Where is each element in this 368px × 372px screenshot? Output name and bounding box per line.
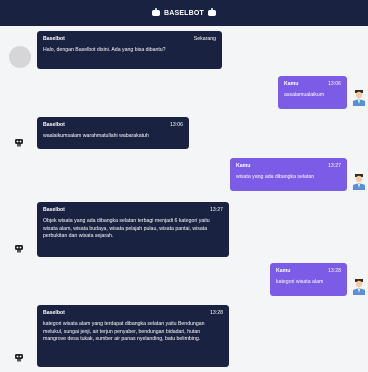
user-message: Kamu 13:27 wisata yang ada dibangka selat…: [230, 158, 347, 191]
user-message: Kamu 13:06 assalamualaikum: [278, 76, 347, 109]
robot-icon: [208, 8, 217, 16]
bot-message: Baselbot 13:27 Objek wisata yang ada diba…: [37, 202, 229, 257]
message-time: 13:28: [328, 268, 341, 274]
message-text: assalamualaikum: [284, 92, 325, 99]
bot-message: Baselbot 13:06 waalaikumsalam warahmatull…: [37, 117, 189, 149]
chat-title: BASELBOT: [163, 9, 205, 17]
message-time: 13:06: [170, 122, 183, 128]
user-avatar-icon: [353, 90, 365, 106]
message-time: 13:28: [210, 310, 223, 316]
message-text: kategori wisata alam yang terdapat diban…: [43, 321, 205, 343]
robot-icon: [15, 354, 23, 362]
message-text: waalaikumsalam warahmatullahi wabarakatu…: [43, 133, 149, 140]
message-text: Halo, dengan Baselbot disini. Ada yang b…: [43, 47, 166, 54]
sender-name: Kamu: [236, 163, 251, 169]
chat-header: BASELBOT: [0, 0, 368, 26]
sender-name: Baselbot: [43, 310, 65, 316]
robot-icon: [15, 245, 23, 253]
user-avatar-icon: [353, 174, 365, 190]
robot-icon: [15, 139, 23, 147]
message-time: 13:06: [328, 81, 341, 87]
bot-message: Baselbot Sekarang Halo, dengan Baselbot d…: [37, 31, 222, 69]
sender-name: Baselbot: [43, 207, 65, 213]
user-message: Kamu 13:28 kategori wisata alam: [270, 263, 347, 296]
message-time: 13:27: [210, 207, 223, 213]
bot-avatar-placeholder: [9, 46, 31, 68]
sender-name: Baselbot: [43, 122, 65, 128]
message-text: kategori wisata alam: [276, 279, 324, 286]
message-time: Sekarang: [193, 36, 216, 42]
sender-name: Kamu: [284, 81, 299, 87]
message-text: wisata yang ada dibangka selatan: [236, 174, 315, 181]
robot-icon: [151, 8, 160, 16]
message-text: Objek wisata yang ada dibangka selatan t…: [43, 218, 210, 240]
user-avatar-icon: [353, 279, 365, 295]
sender-name: Kamu: [276, 268, 291, 274]
bot-message: Baselbot 13:28 kategori wisata alam yang …: [37, 305, 229, 367]
sender-name: Baselbot: [43, 36, 65, 42]
message-time: 13:27: [328, 163, 341, 169]
